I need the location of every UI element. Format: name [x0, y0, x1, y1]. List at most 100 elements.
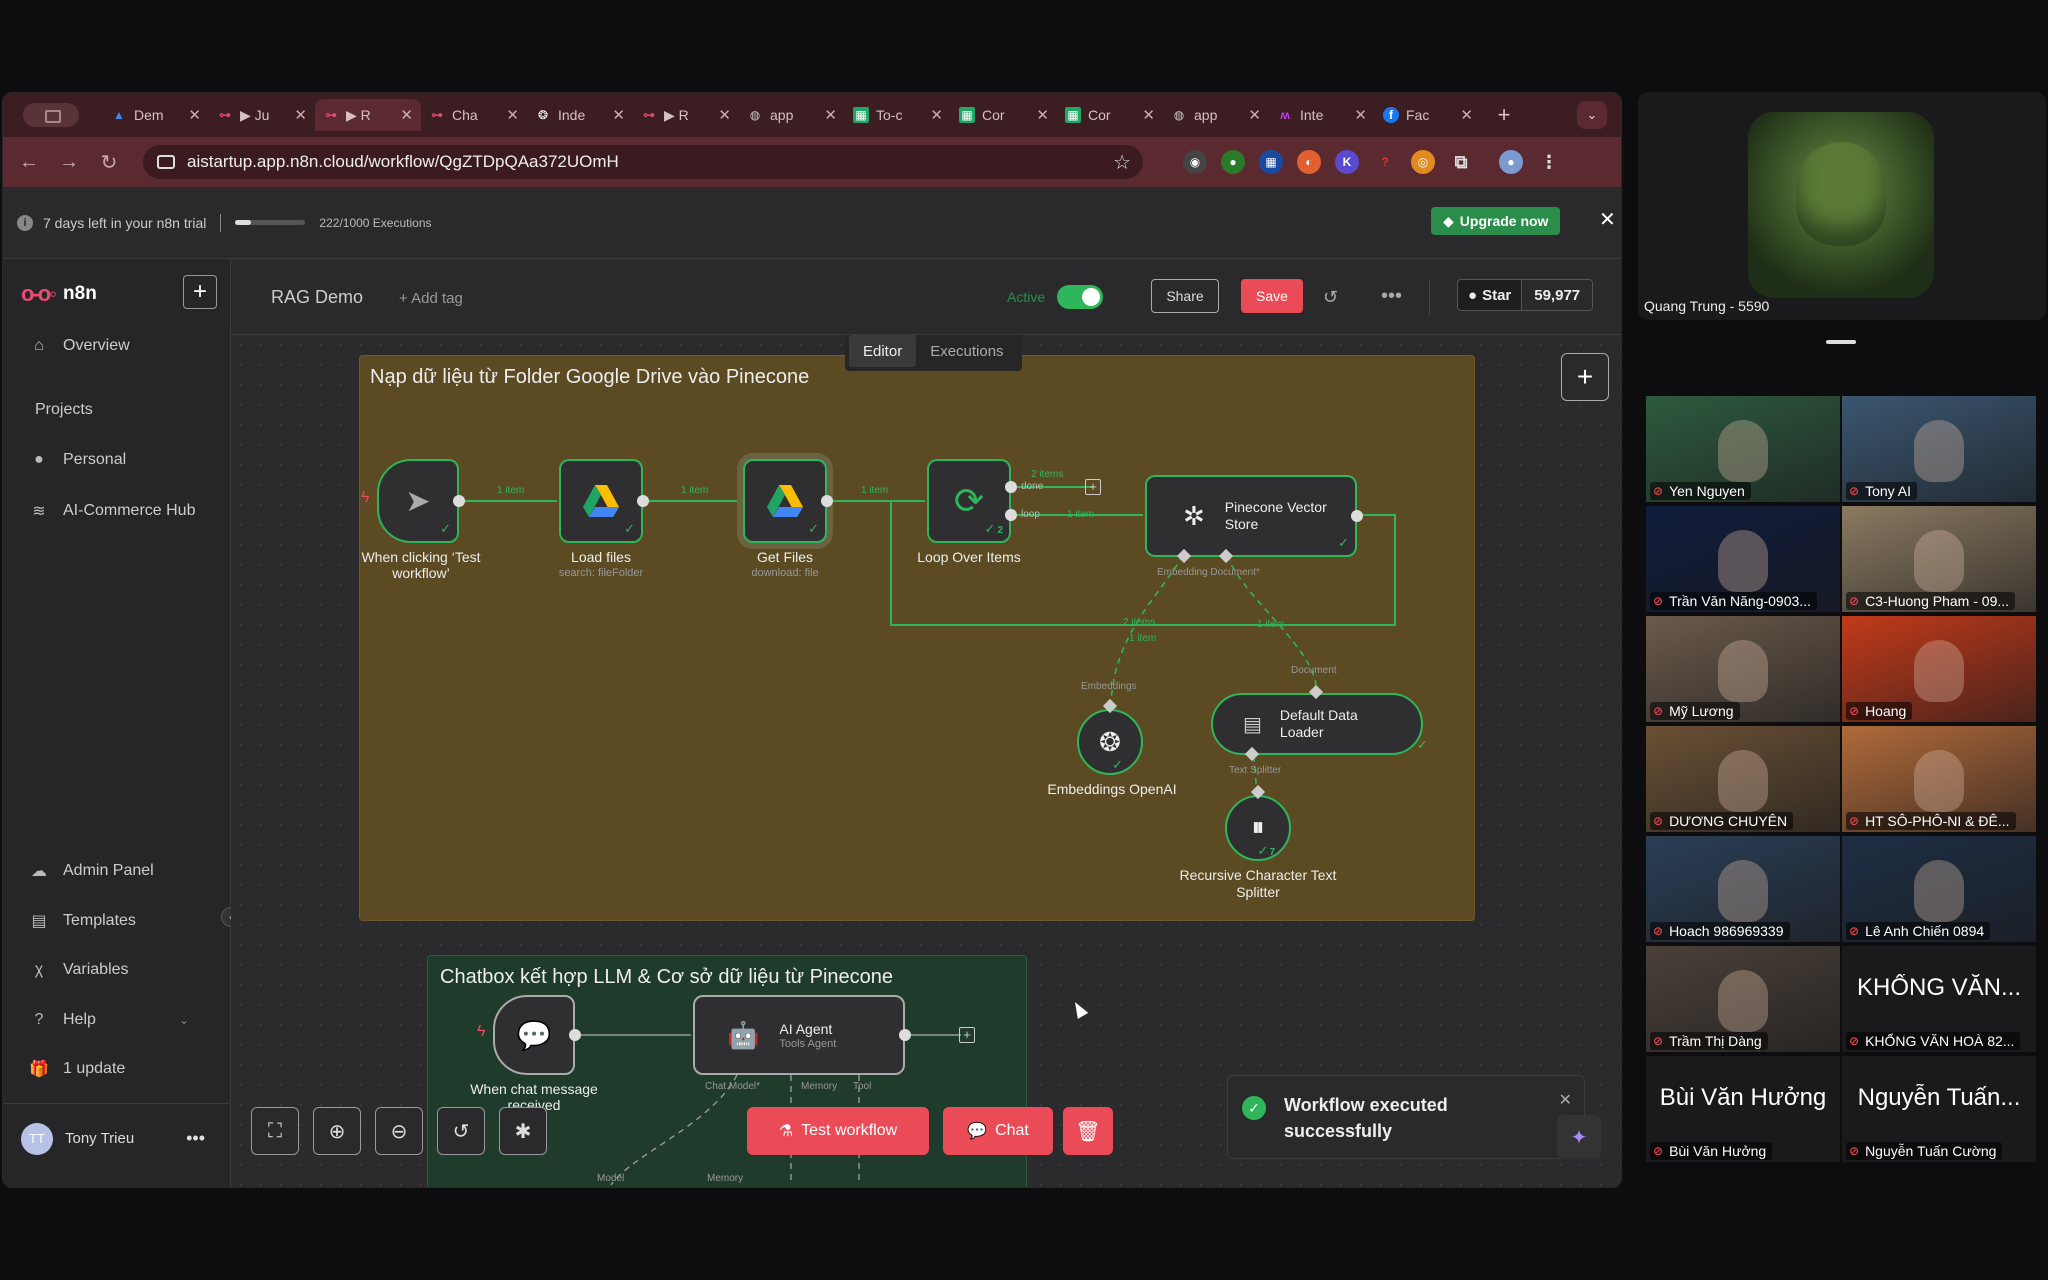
zoom-out-icon[interactable]: ⊖	[375, 1107, 423, 1155]
ai-assistant-button[interactable]: ✦	[1557, 1115, 1601, 1159]
sidebar-item-help[interactable]: ? Help ⌄	[29, 1011, 190, 1029]
reset-zoom-icon[interactable]: ↺	[437, 1107, 485, 1155]
close-icon[interactable]: ✕	[1036, 106, 1049, 124]
github-star-button[interactable]: ● Star 59,977	[1457, 279, 1594, 311]
extension-icon[interactable]: ▦	[1259, 150, 1283, 174]
participant-tile[interactable]: ⊘ DƯƠNG CHUYÊN	[1646, 726, 1840, 832]
browser-tab[interactable]: ▦ Cor ✕	[951, 99, 1057, 131]
browser-tab[interactable]: ⊶ ▶ Ju ✕	[209, 99, 315, 131]
extension-icon[interactable]: ?	[1373, 150, 1397, 174]
node-default-data-loader[interactable]: ▤ Default Data Loader	[1211, 693, 1423, 755]
sidebar-item-admin-panel[interactable]: ☁ Admin Panel	[29, 861, 154, 881]
browser-tab[interactable]: ▦ To-c ✕	[845, 99, 951, 131]
add-connection-icon[interactable]: +	[959, 1027, 975, 1043]
tab-list-button[interactable]: ⌄	[1577, 101, 1607, 129]
add-tag-link[interactable]: + Add tag	[399, 290, 463, 307]
puzzle-icon[interactable]: ⧉	[1449, 150, 1473, 174]
participant-tile[interactable]: ⊘ Lê Anh Chiến 0894	[1842, 836, 2036, 942]
sidebar-item-update[interactable]: 🎁 1 update	[29, 1059, 125, 1079]
browser-tab[interactable]: ▦ Cor ✕	[1057, 99, 1163, 131]
close-icon[interactable]: ✕	[506, 106, 519, 124]
close-icon[interactable]: ✕	[1354, 106, 1367, 124]
participant-tile[interactable]: ⊘ Mỹ Lương	[1646, 616, 1840, 722]
extension-icon[interactable]: ◐	[1297, 150, 1321, 174]
panel-resize-handle[interactable]	[1826, 340, 1856, 344]
extension-icon[interactable]: ◎	[1411, 150, 1435, 174]
reload-icon[interactable]: ↻	[89, 150, 129, 175]
close-icon[interactable]: ✕	[1559, 1090, 1572, 1110]
forward-icon[interactable]: →	[49, 151, 89, 174]
participant-tile[interactable]: ⊘ Yen Nguyen	[1646, 396, 1840, 502]
browser-menu-icon[interactable]: ⋮	[1537, 150, 1561, 174]
sidebar-item-overview[interactable]: ⌂ Overview	[29, 337, 130, 355]
participant-tile[interactable]: Bùi Văn Hưởng ⊘ Bùi Văn Hưởng	[1646, 1056, 1840, 1162]
extension-icon[interactable]: ◉	[1183, 150, 1207, 174]
browser-tab[interactable]: ◍ app ✕	[739, 99, 845, 131]
close-icon[interactable]: ✕	[294, 106, 307, 124]
browser-tab[interactable]: ◍ app ✕	[1163, 99, 1269, 131]
extension-icon[interactable]: ●	[1221, 150, 1245, 174]
browser-tab[interactable]: ⊶ Cha ✕	[421, 99, 527, 131]
sidebar-item-personal[interactable]: ● Personal	[29, 451, 126, 469]
browser-tab[interactable]: ⊶ ▶ R ✕	[633, 99, 739, 131]
browser-tab[interactable]: ▲ Dem ✕	[103, 99, 209, 131]
node-pinecone-vector-store[interactable]: ✲ Pinecone Vector Store ✓	[1145, 475, 1357, 557]
participant-tile[interactable]: ⊘ Hoach 986969339	[1646, 836, 1840, 942]
close-icon[interactable]: ✕	[1460, 106, 1473, 124]
sidebar-item-variables[interactable]: χ Variables	[29, 961, 129, 979]
sidebar-item-ai-commerce-hub[interactable]: ≋ AI-Commerce Hub	[29, 501, 195, 521]
participant-tile[interactable]: ⊘ Trần Văn Năng-0903...	[1646, 506, 1840, 612]
test-workflow-button[interactable]: ⚗ Test workflow	[747, 1107, 929, 1155]
tab-search-button[interactable]	[23, 103, 79, 127]
node-chat-trigger[interactable]: 💬	[493, 995, 575, 1075]
add-connection-icon[interactable]: +	[1085, 479, 1101, 495]
participant-tile[interactable]: KHỔNG VĂN... ⊘ KHỔNG VĂN HOÀ 82...	[1842, 946, 2036, 1052]
delete-execution-button[interactable]: 🗑	[1063, 1107, 1113, 1155]
back-icon[interactable]: ←	[9, 151, 49, 174]
node-manual-trigger[interactable]: ➤ ✓	[377, 459, 459, 543]
browser-tab[interactable]: ❂ Inde ✕	[527, 99, 633, 131]
workflow-canvas[interactable]: Nạp dữ liệu từ Folder Google Drive vào P…	[231, 335, 1621, 1187]
close-icon[interactable]: ✕	[612, 106, 625, 124]
upgrade-button[interactable]: ◆ Upgrade now	[1431, 207, 1561, 235]
more-icon[interactable]: •••	[186, 1128, 205, 1149]
node-recursive-text-splitter[interactable]: ⏸ ✓7	[1225, 795, 1291, 861]
participant-tile[interactable]: ⊘ HT SÔ-PHÔ-NI & ĐÊ...	[1842, 726, 2036, 832]
create-button[interactable]: +	[183, 275, 217, 309]
node-load-files[interactable]: ✓	[559, 459, 643, 543]
close-icon[interactable]: ✕	[1142, 106, 1155, 124]
fit-view-icon[interactable]: ⛶	[251, 1107, 299, 1155]
node-embeddings-openai[interactable]: ❂ ✓	[1077, 709, 1143, 775]
node-get-files[interactable]: ✓	[743, 459, 827, 543]
share-button[interactable]: Share	[1151, 279, 1219, 313]
participant-tile[interactable]: ⊘ Trầm Thị Dàng	[1646, 946, 1840, 1052]
n8n-logo[interactable]: o-o◦ n8n	[21, 281, 97, 307]
close-icon[interactable]: ✕	[1248, 106, 1261, 124]
zoom-in-icon[interactable]: ⊕	[313, 1107, 361, 1155]
sidebar-item-templates[interactable]: ▤ Templates	[29, 911, 135, 931]
more-icon[interactable]: •••	[1381, 285, 1402, 308]
profile-avatar[interactable]: ●	[1499, 150, 1523, 174]
new-tab-button[interactable]: +	[1489, 100, 1519, 130]
participant-tile[interactable]: ⊘ C3-Huong Pham - 09...	[1842, 506, 2036, 612]
close-icon[interactable]: ✕	[718, 106, 731, 124]
site-info-icon[interactable]	[157, 155, 175, 169]
chat-button[interactable]: 💬 Chat	[943, 1107, 1053, 1155]
tidy-up-icon[interactable]: ✱	[499, 1107, 547, 1155]
close-icon[interactable]: ✕	[824, 106, 837, 124]
browser-tab[interactable]: f Fac ✕	[1375, 99, 1481, 131]
active-toggle[interactable]	[1057, 285, 1103, 309]
close-icon[interactable]: ✕	[400, 106, 413, 124]
workflow-name[interactable]: RAG Demo	[271, 287, 363, 308]
participant-tile[interactable]: ⊘ Hoang	[1842, 616, 2036, 722]
node-ai-agent[interactable]: 🤖 AI Agent Tools Agent	[693, 995, 905, 1075]
browser-tab[interactable]: ⊶ ▶ R ✕	[315, 99, 421, 131]
node-loop-over-items[interactable]: ⟳ ✓ 2	[927, 459, 1011, 543]
close-icon[interactable]: ✕	[930, 106, 943, 124]
bookmark-star-icon[interactable]: ☆	[1113, 150, 1131, 175]
history-icon[interactable]: ↺	[1323, 287, 1338, 308]
participant-tile[interactable]: ⊘ Tony AI	[1842, 396, 2036, 502]
extension-icon[interactable]: K	[1335, 150, 1359, 174]
close-icon[interactable]: ✕	[188, 106, 201, 124]
save-button[interactable]: Save	[1241, 279, 1303, 313]
